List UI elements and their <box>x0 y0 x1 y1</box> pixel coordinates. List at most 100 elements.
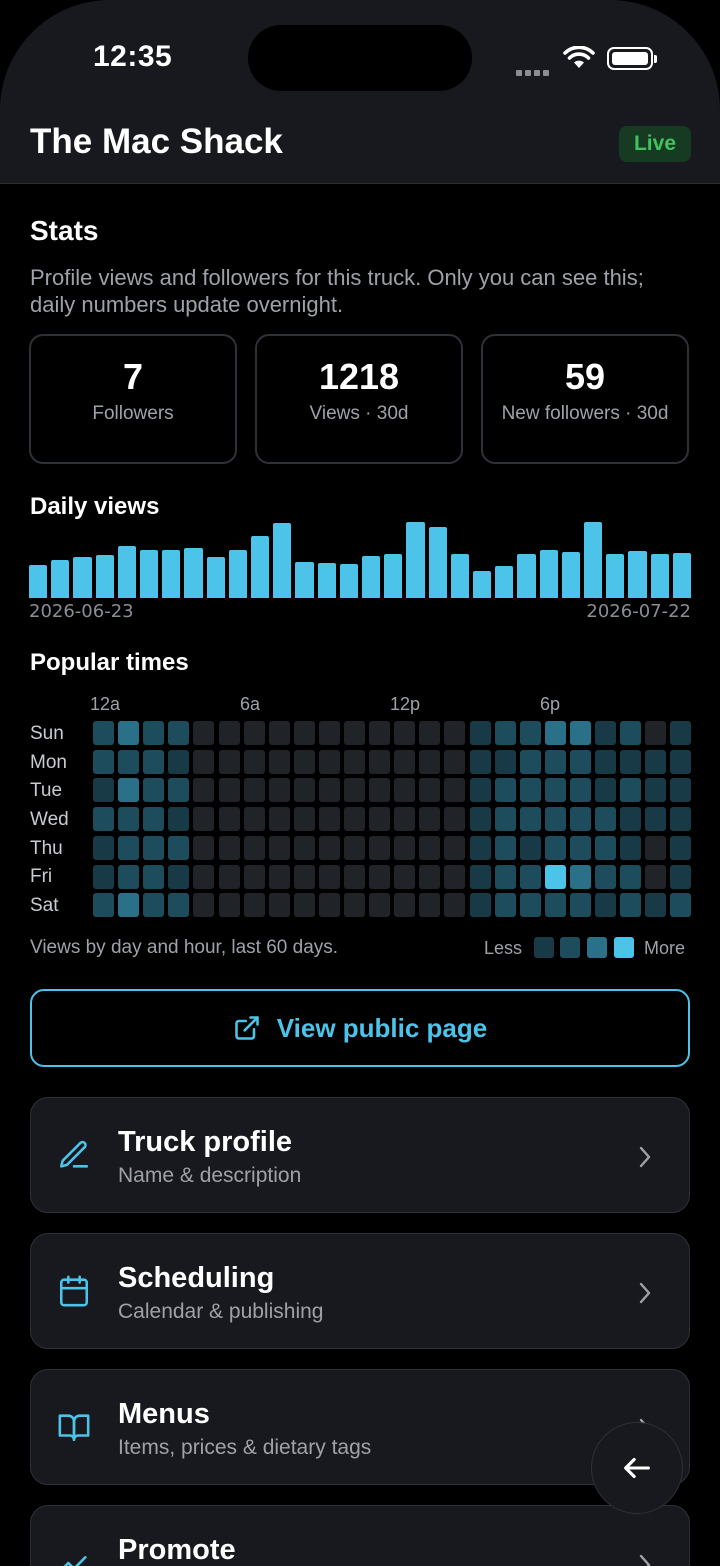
view-public-page-button[interactable]: View public page <box>30 989 690 1067</box>
heatmap-cell <box>118 864 140 889</box>
chevron-right-icon <box>639 1554 651 1566</box>
chart-bar <box>228 549 247 598</box>
chart-bar <box>584 521 603 598</box>
heatmap-cell <box>118 807 140 832</box>
heatmap-cell <box>444 893 466 918</box>
heatmap-cell <box>394 778 416 803</box>
heatmap-cell <box>620 778 642 803</box>
heatmap-cell <box>243 864 265 889</box>
heatmap-cell <box>344 893 365 918</box>
heatmap-cell <box>544 864 566 889</box>
stat-card-new-followers: 59 New followers · 30d <box>481 334 689 464</box>
heatmap-cell <box>318 807 340 832</box>
heatmap-cell <box>620 835 642 860</box>
heatmap-cell <box>293 721 315 745</box>
back-button[interactable] <box>591 1422 683 1514</box>
legend-swatch <box>560 937 580 958</box>
heatmap-cell <box>243 807 265 832</box>
legend-swatch <box>614 937 634 958</box>
status-time: 12:35 <box>93 40 173 73</box>
heatmap-cell <box>519 778 541 803</box>
day-label: Thu <box>30 838 63 859</box>
external-link-icon <box>234 1016 259 1040</box>
heatmap-cell <box>193 864 215 889</box>
menu-item-promote[interactable]: Promote <box>30 1505 690 1566</box>
heatmap-cell <box>93 864 114 889</box>
heatmap-cell <box>143 749 165 774</box>
heatmap-cell <box>293 893 315 918</box>
heatmap-cell <box>620 864 642 889</box>
heatmap-cell <box>118 893 140 918</box>
heatmap-cell <box>369 778 391 803</box>
heatmap-cell <box>469 893 491 918</box>
day-label: Sun <box>30 723 64 744</box>
heatmap-cell <box>620 749 642 774</box>
heatmap-cell <box>394 864 416 889</box>
heatmap-cell <box>218 721 240 745</box>
hour-label: 12p <box>390 694 421 714</box>
status-badge: Live <box>619 126 691 162</box>
chart-bar <box>628 551 647 598</box>
heatmap-cell <box>670 807 692 832</box>
heatmap-cell <box>369 807 391 832</box>
heatmap-cell <box>469 721 491 745</box>
hour-label: 6p <box>540 694 561 714</box>
heatmap-cell <box>193 807 215 832</box>
heatmap-cell <box>394 893 416 918</box>
heatmap-cell <box>193 835 215 860</box>
chart-end-date: 2026-07-22 <box>586 601 691 622</box>
stats-description: Profile views and followers for this tru… <box>30 265 644 317</box>
heatmap-cell <box>268 778 290 803</box>
chart-bar <box>184 548 203 598</box>
heatmap-cell <box>93 778 114 803</box>
heatmap-cell <box>444 778 466 803</box>
heatmap-cell <box>419 835 441 860</box>
heatmap-cell <box>193 721 215 745</box>
heatmap-cell <box>369 893 391 918</box>
heatmap-cell <box>168 864 190 889</box>
heatmap-cell <box>318 721 340 745</box>
heatmap-cell <box>670 749 692 774</box>
heatmap-cell <box>645 807 667 832</box>
chart-bar <box>95 555 114 598</box>
hour-label: 12a <box>90 694 121 714</box>
dynamic-island <box>248 25 472 91</box>
heatmap-cell <box>318 864 340 889</box>
heatmap-cell <box>519 807 541 832</box>
heatmap-cell <box>419 721 441 745</box>
chart-bar <box>140 550 159 598</box>
menu-item-title: Promote <box>118 1534 236 1566</box>
heatmap-cell <box>595 893 616 918</box>
legend-less: Less <box>484 938 523 958</box>
chart-bar <box>650 554 669 598</box>
popular-times-heading: Popular times <box>30 649 189 676</box>
heatmap-cell <box>494 807 516 832</box>
heatmap-cell <box>143 864 165 889</box>
chart-bar <box>29 565 48 598</box>
heatmap-cell <box>93 835 114 860</box>
heatmap-cell <box>595 835 616 860</box>
heatmap-cell <box>419 893 441 918</box>
heatmap-cell <box>444 807 466 832</box>
heatmap-cell <box>444 835 466 860</box>
heatmap-cell <box>168 893 190 918</box>
heatmap-cell <box>93 893 114 918</box>
day-label: Sat <box>30 895 59 916</box>
stat-value: 7 <box>122 356 144 397</box>
heatmap-cell <box>268 749 290 774</box>
heatmap-cell <box>193 778 215 803</box>
menu-item-truck-profile[interactable]: Truck profile Name & description <box>30 1097 690 1213</box>
heatmap-cell <box>645 893 667 918</box>
heatmap-cell <box>444 749 466 774</box>
hour-label: 6a <box>240 694 261 714</box>
menu-item-scheduling[interactable]: Scheduling Calendar & publishing <box>30 1233 690 1349</box>
heatmap-cell <box>494 721 516 745</box>
heatmap-cell <box>469 807 491 832</box>
heatmap-cell <box>394 807 416 832</box>
heatmap-cell <box>369 835 391 860</box>
heatmap-cell <box>268 893 290 918</box>
heatmap-cell <box>268 807 290 832</box>
heatmap-cell <box>118 749 140 774</box>
heatmap-cell <box>494 893 516 918</box>
day-label: Tue <box>30 780 63 801</box>
